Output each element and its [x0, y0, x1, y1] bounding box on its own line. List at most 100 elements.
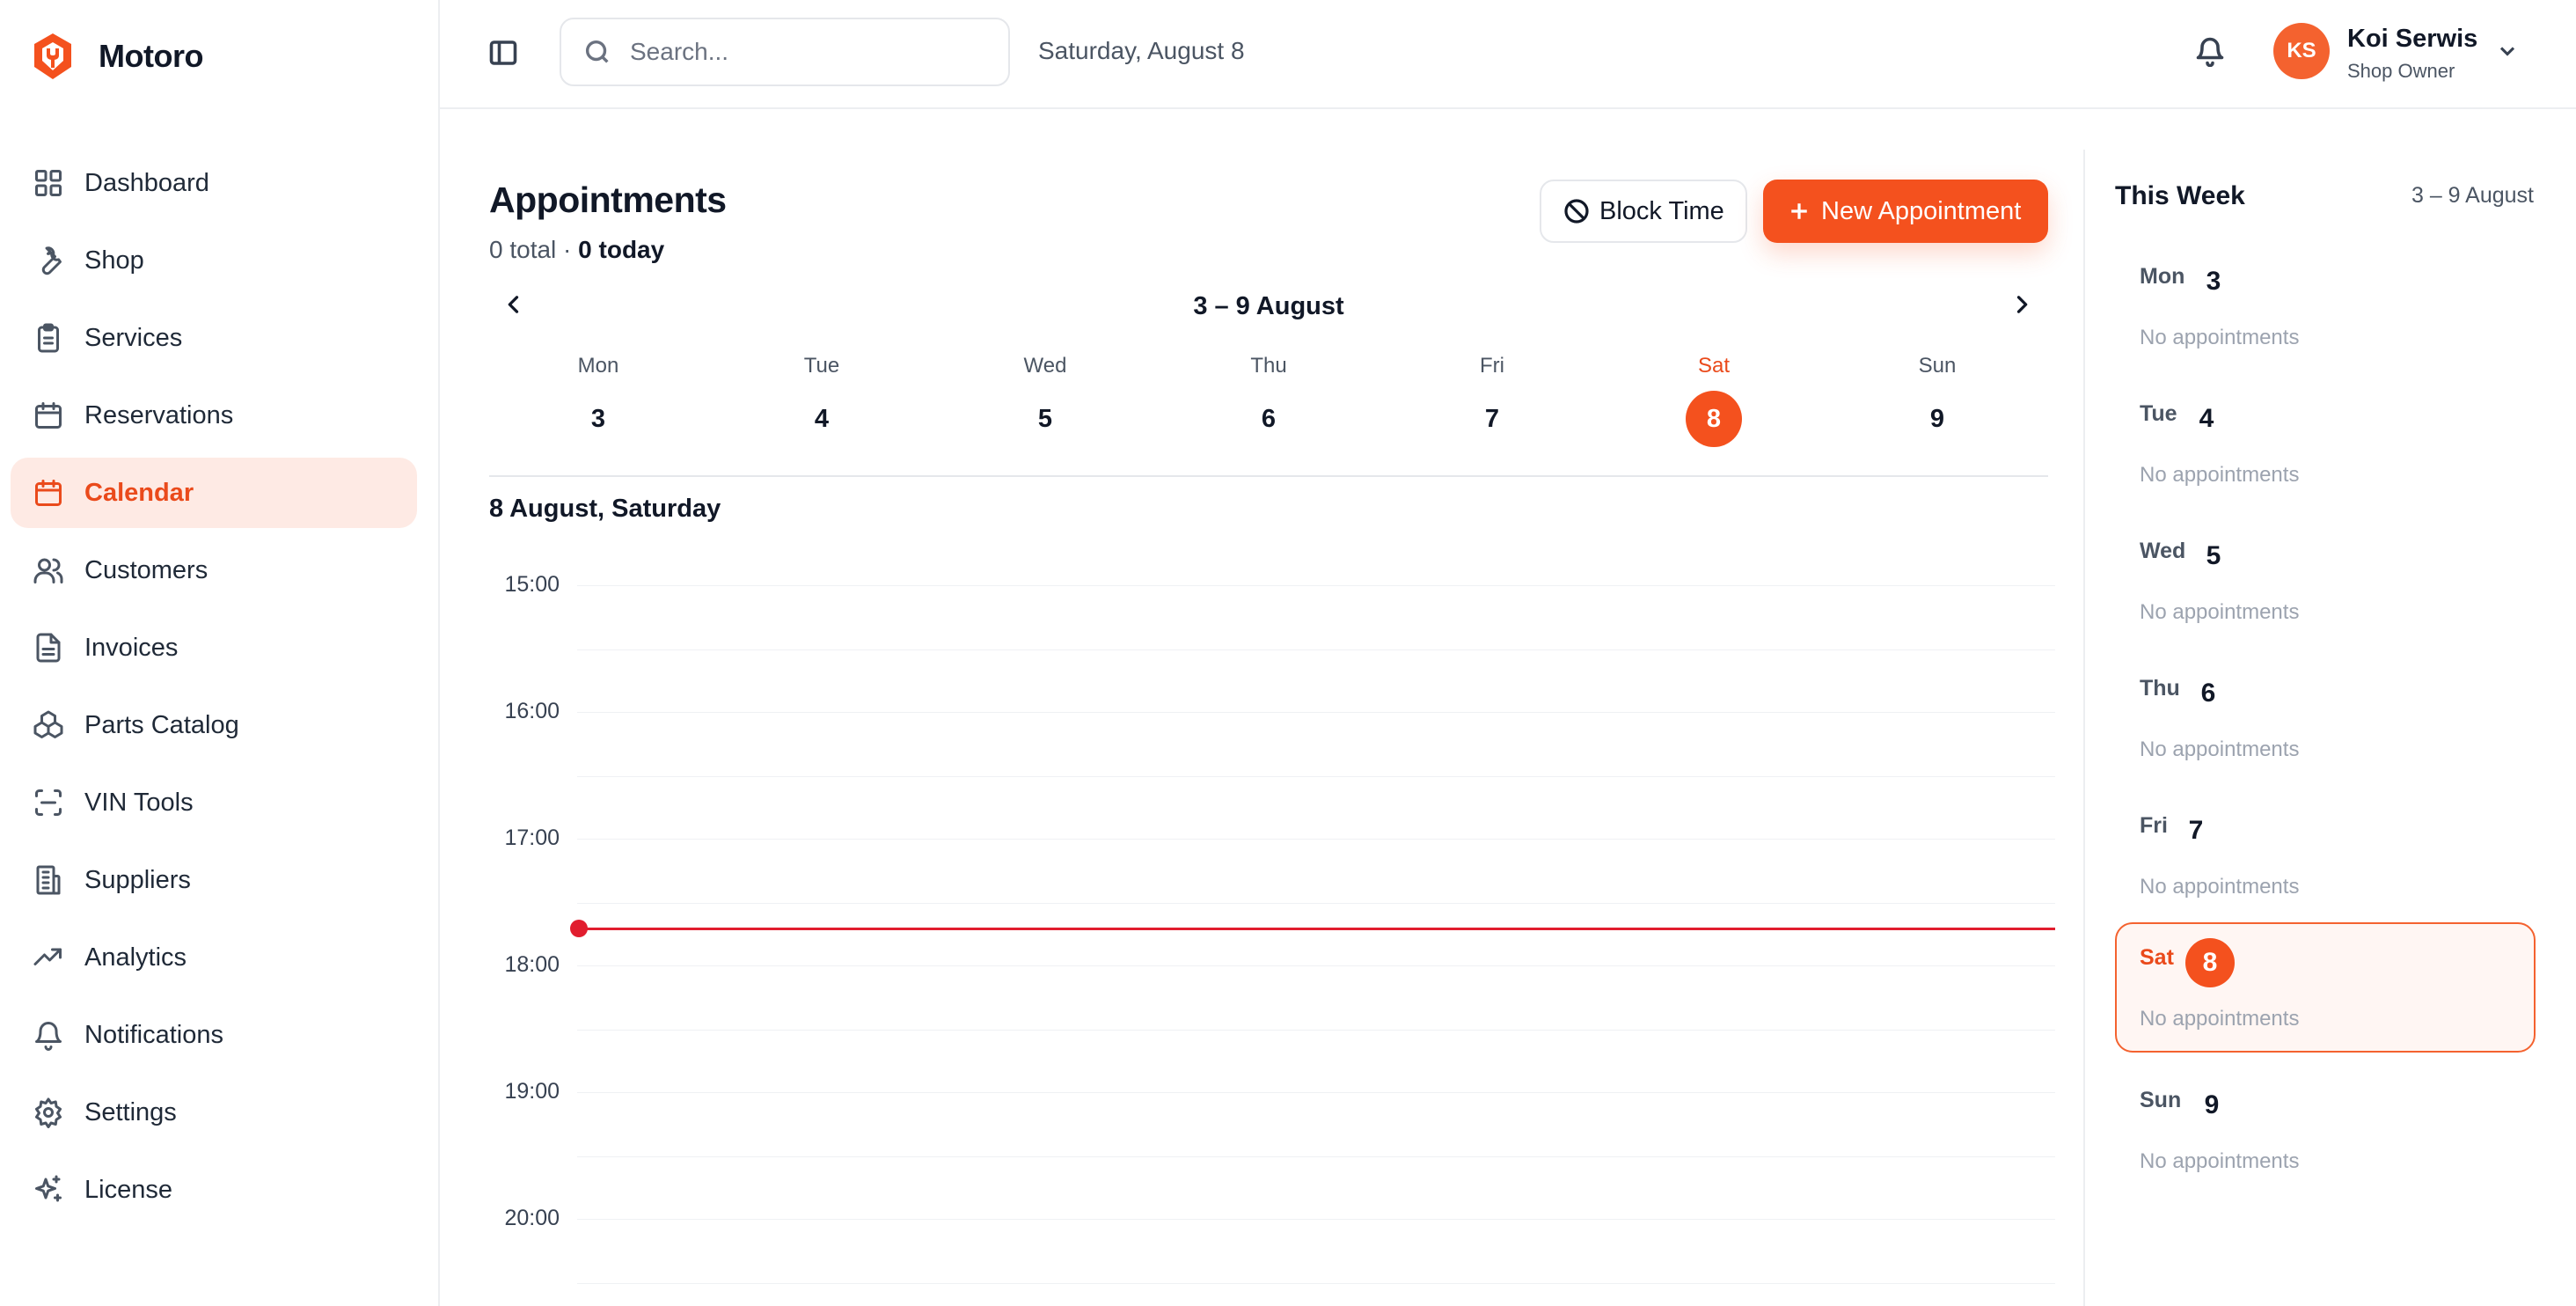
week-day-card-tue[interactable]: Tue 4 No appointments — [2115, 378, 2536, 509]
avatar[interactable]: KS — [2273, 23, 2330, 79]
sidebar-item-parts-catalog[interactable]: Parts Catalog — [11, 690, 417, 760]
sidebar-nav: Dashboard Shop Services Reservations Cal… — [11, 148, 417, 1232]
sidebar-item-label: Calendar — [84, 478, 194, 507]
day-selector-sun[interactable]: Sun 9 — [1884, 354, 1990, 447]
sidebar-item-label: Dashboard — [84, 168, 209, 197]
chevron-down-icon — [2499, 47, 2515, 56]
sidebar-item-label: Shop — [84, 246, 144, 275]
notifications-button[interactable] — [2194, 35, 2229, 70]
hour-line — [577, 965, 2055, 966]
sidebar-item-label: Notifications — [84, 1020, 223, 1049]
sparkles-icon — [32, 1173, 65, 1207]
week-day-card-sat[interactable]: Sat 8 No appointments — [2115, 922, 2536, 1053]
sidebar-item-calendar[interactable]: Calendar — [11, 458, 417, 528]
sidebar-item-license[interactable]: License — [11, 1155, 417, 1225]
day-number: 8 — [1686, 391, 1742, 447]
day-timeline[interactable]: 15:00 16:00 17:00 18:00 19:00 20:00 — [489, 546, 2055, 1306]
bell-icon — [2196, 37, 2224, 68]
sidebar-item-settings[interactable]: Settings — [11, 1077, 417, 1148]
day-selector-sat[interactable]: Sat 8 — [1661, 354, 1767, 447]
half-hour-line — [577, 1030, 2055, 1031]
day-name: Tue — [803, 354, 840, 378]
day-selector-fri[interactable]: Fri 7 — [1439, 354, 1545, 447]
week-day-card-wed[interactable]: Wed 5 No appointments — [2115, 516, 2536, 646]
plus-icon — [1791, 203, 1807, 219]
appointments-summary: 0 total · 0 today — [489, 236, 664, 264]
day-number: 9 — [1929, 405, 1945, 433]
sidebar-item-label: Reservations — [84, 400, 234, 429]
page-title: Appointments — [489, 180, 727, 220]
sidebar-toggle-button[interactable] — [487, 37, 523, 72]
hour-label: 16:00 — [504, 699, 560, 723]
half-hour-line — [577, 1156, 2055, 1157]
sidebar-item-label: Parts Catalog — [84, 710, 239, 739]
sidebar-item-analytics[interactable]: Analytics — [11, 922, 417, 993]
empty-state: No appointments — [2140, 737, 2300, 761]
half-hour-line — [577, 776, 2055, 777]
day-name: Wed — [2140, 539, 2186, 563]
panel-left-icon — [489, 40, 517, 65]
empty-state: No appointments — [2140, 326, 2300, 349]
chevron-left-icon — [508, 296, 519, 313]
empty-state: No appointments — [2140, 463, 2300, 487]
search-icon — [585, 40, 609, 63]
sidebar-item-invoices[interactable]: Invoices — [11, 613, 417, 683]
file-text-icon — [32, 631, 65, 664]
day-selector-tue[interactable]: Tue 4 — [769, 354, 875, 447]
week-day-card-thu[interactable]: Thu 6 No appointments — [2115, 653, 2536, 783]
day-name: Fri — [2140, 813, 2168, 838]
sidebar-item-dashboard[interactable]: Dashboard — [11, 148, 417, 218]
sidebar-item-suppliers[interactable]: Suppliers — [11, 845, 417, 915]
next-week-button[interactable] — [2009, 292, 2036, 319]
hour-line — [577, 839, 2055, 840]
sidebar-item-reservations[interactable]: Reservations — [11, 380, 417, 451]
layout-grid-icon — [32, 166, 65, 200]
brand[interactable]: Motoro — [32, 32, 203, 81]
sidebar-item-label: License — [84, 1175, 172, 1204]
block-time-button[interactable]: Block Time — [1540, 180, 1747, 243]
building-icon — [32, 863, 65, 897]
previous-week-button[interactable] — [501, 292, 528, 319]
gear-icon — [32, 1096, 65, 1129]
user-name[interactable]: Koi Serwis — [2347, 25, 2477, 54]
hour-label: 17:00 — [504, 825, 560, 850]
search-input[interactable] — [630, 38, 999, 66]
search-box[interactable] — [560, 18, 1010, 86]
sidebar-item-vin-tools[interactable]: VIN Tools — [11, 767, 417, 838]
day-selector-thu[interactable]: Thu 6 — [1216, 354, 1321, 447]
sidebar-item-shop[interactable]: Shop — [11, 225, 417, 296]
week-day-card-mon[interactable]: Mon 3 No appointments — [2115, 241, 2536, 371]
day-name: Sat — [1697, 354, 1731, 378]
day-number: 6 — [2200, 679, 2216, 708]
trending-up-icon — [32, 941, 65, 974]
user-menu-toggle[interactable] — [2495, 39, 2521, 65]
sidebar-item-label: Analytics — [84, 943, 187, 972]
users-icon — [32, 554, 65, 587]
clipboard-icon — [32, 321, 65, 355]
calendar-icon — [32, 476, 65, 510]
this-week-panel: This Week 3 – 9 August Mon 3 No appointm… — [2083, 150, 2576, 1306]
new-appointment-button[interactable]: New Appointment — [1763, 180, 2048, 243]
current-time-line — [577, 928, 2055, 930]
hour-label: 19:00 — [504, 1079, 560, 1104]
top-bar: Saturday, August 8 KS Koi Serwis Shop Ow… — [440, 0, 2576, 109]
sidebar-item-notifications[interactable]: Notifications — [11, 1000, 417, 1070]
week-day-card-sun[interactable]: Sun 9 No appointments — [2115, 1065, 2536, 1195]
sidebar-item-services[interactable]: Services — [11, 303, 417, 373]
hour-line — [577, 585, 2055, 586]
day-name: Sun — [1918, 354, 1957, 378]
chevron-right-icon — [2016, 296, 2028, 313]
day-selector-mon[interactable]: Mon 3 — [545, 354, 651, 447]
half-hour-line — [577, 1283, 2055, 1284]
day-selector-wed[interactable]: Wed 5 — [992, 354, 1098, 447]
half-hour-line — [577, 903, 2055, 904]
motoro-logo-icon — [34, 33, 71, 79]
sidebar-item-label: VIN Tools — [84, 788, 194, 817]
boxes-icon — [32, 708, 65, 742]
day-number: 3 — [2206, 267, 2221, 296]
day-number: 5 — [2206, 541, 2221, 570]
day-name: Sat — [2140, 945, 2174, 970]
week-day-card-fri[interactable]: Fri 7 No appointments — [2115, 790, 2536, 921]
day-name: Tue — [2140, 401, 2177, 426]
sidebar-item-customers[interactable]: Customers — [11, 535, 417, 605]
